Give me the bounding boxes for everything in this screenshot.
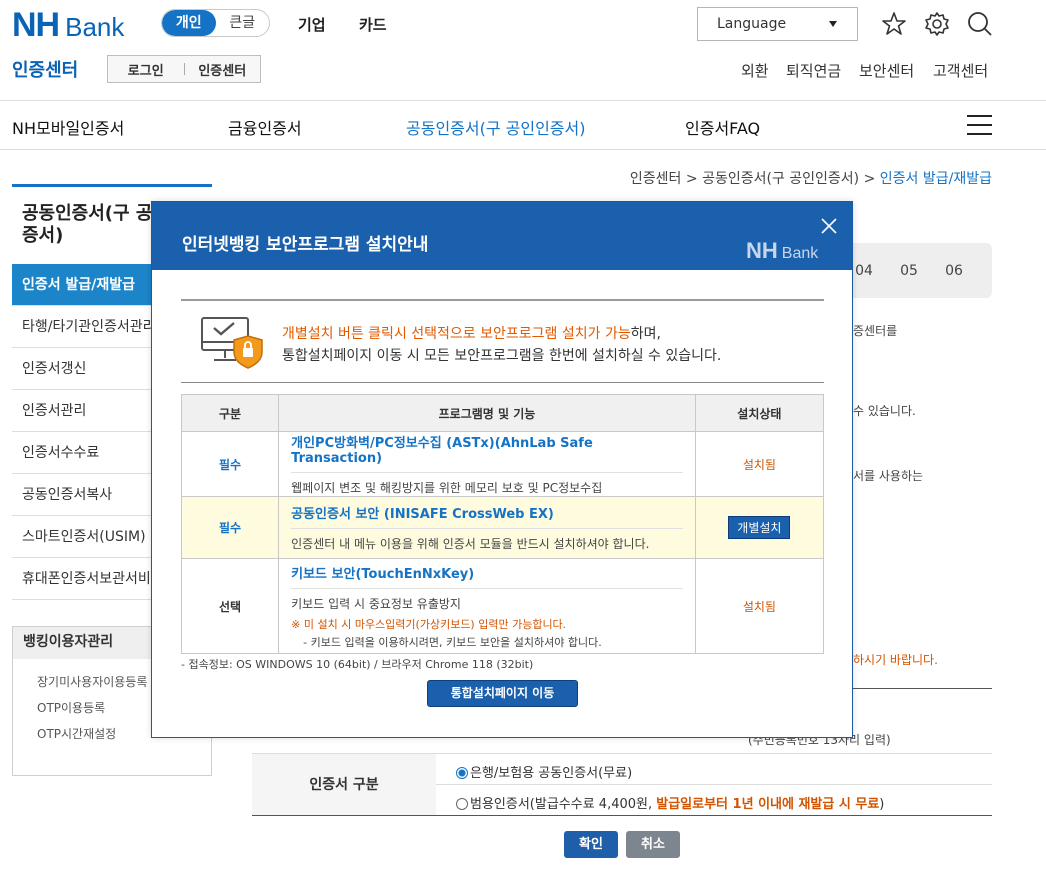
program-desc: 인증센터 내 메뉴 이용을 위해 인증서 모듈을 반드시 설치하셔야 합니다. (291, 537, 650, 551)
table-header-row: 구분 프로그램명 및 기능 설치상태 (180, 394, 825, 432)
go-integrated-install-button[interactable]: 통합설치페이지 이동 (427, 680, 578, 707)
cert-center-link[interactable]: 인증센터 (185, 60, 261, 79)
security-shield-monitor-icon (201, 317, 263, 369)
util-security-link[interactable]: 보안센터 (859, 60, 914, 81)
security-install-modal: 인터넷뱅킹 보안프로그램 설치안내 NH Bank 개별설치 버튼 클릭시 선택… (151, 201, 853, 738)
gnb-joint-cert[interactable]: 공동인증서(구 공인인증서) (406, 115, 586, 139)
guide-text-warning: 하시기 바랍니다. (853, 653, 938, 667)
main-nav: NH모바일인증서 금융인증서 공동인증서(구 공인인증서) 인증서FAQ (0, 100, 1046, 150)
program-desc: 키보드 입력 시 중요정보 유출방지 (291, 596, 461, 611)
radio-label: 은행/보험용 공동인증서(무료) (470, 766, 633, 781)
guide-text: 증센터를 (853, 324, 898, 338)
program-note: ※ 미 설치 시 마우스입력기(가상키보드) 입력만 가능합니다. (291, 617, 567, 631)
program-info: 개인PC방화벽/PC정보수집 (ASTx)(AhnLab Safe Transa… (278, 431, 696, 497)
guide-text: 수 있습니다. (853, 404, 916, 418)
gnb-cert-faq[interactable]: 인증서FAQ (685, 115, 760, 139)
mode-toggle: 개인 큰글 (161, 9, 270, 37)
util-customer-link[interactable]: 고객센터 (933, 60, 988, 81)
mode-personal-button[interactable]: 개인 (162, 10, 216, 36)
column-header: 설치상태 (694, 394, 825, 432)
table-row: 선택 키보드 보안(TouchEnNxKey) 키보드 입력 시 중요정보 유출… (180, 558, 825, 654)
nav-card-link[interactable]: 카드 (359, 14, 387, 35)
radio-bank-cert[interactable]: 은행/보험용 공동인증서(무료) (456, 762, 632, 781)
step-item: 05 (900, 263, 918, 279)
program-note: - 키보드 입력을 이용하시려면, 키보드 보안을 설치하셔야 합니다. (303, 635, 602, 649)
radio-unchecked-icon (456, 798, 468, 810)
program-type: 필수 (180, 431, 280, 497)
divider (181, 382, 824, 383)
breadcrumb-item[interactable]: 공동인증서(구 공인인증서) (702, 171, 859, 187)
top-header: NH Bank 개인 큰글 기업 카드 Language 인증센터 로그인 인증… (0, 0, 1046, 100)
nav-business-link[interactable]: 기업 (298, 14, 326, 35)
step-indicator: 04 05 06 (840, 243, 992, 298)
program-type: 필수 (180, 496, 280, 559)
individual-install-button[interactable]: 개별설치 (728, 516, 791, 539)
gear-icon[interactable] (923, 10, 951, 38)
cert-center-title[interactable]: 인증센터 (12, 56, 78, 82)
program-name: 개인PC방화벽/PC정보수집 (ASTx)(AhnLab Safe Transa… (291, 432, 683, 473)
install-status: 설치됨 (694, 558, 825, 654)
chevron-down-icon (829, 21, 837, 27)
radio-label-highlight: 발급일로부터 1년 이내에 재발급 시 무료 (656, 797, 880, 812)
cancel-button[interactable]: 취소 (626, 831, 680, 858)
login-link[interactable]: 로그인 (108, 60, 184, 79)
program-info: 공동인증서 보안 (INISAFE CrossWeb EX) 인증센터 내 메뉴… (278, 496, 696, 559)
login-box: 로그인 인증센터 (107, 55, 261, 83)
program-name: 공동인증서 보안 (INISAFE CrossWeb EX) (291, 503, 683, 529)
install-status: 개별설치 (694, 496, 825, 559)
modal-message-line1: 개별설치 버튼 클릭시 선택적으로 보안프로그램 설치가 가능하며, (282, 326, 661, 342)
table-row: 필수 개인PC방화벽/PC정보수집 (ASTx)(AhnLab Safe Tra… (180, 431, 825, 497)
radio-general-cert[interactable]: 범용인증서(발급수수료 4,400원, 발급일로부터 1년 이내에 재발급 시 … (456, 793, 884, 812)
modal-header: 인터넷뱅킹 보안프로그램 설치안내 NH Bank (152, 202, 852, 270)
table-row: 필수 공동인증서 보안 (INISAFE CrossWeb EX) 인증센터 내… (180, 496, 825, 559)
breadcrumb-item[interactable]: 인증센터 (630, 171, 682, 187)
column-header: 구분 (180, 394, 280, 432)
guide-text: 서를 사용하는 (853, 469, 924, 483)
modal-nh-logo: NH Bank (746, 238, 819, 263)
nh-bank-logo[interactable]: NH Bank (12, 6, 124, 45)
logo-bank-text: Bank (65, 12, 125, 42)
program-desc: 웹페이지 변조 및 해킹방지를 위한 메모리 보호 및 PC정보수집 (291, 481, 603, 495)
confirm-button[interactable]: 확인 (564, 831, 618, 858)
program-type: 선택 (180, 558, 280, 654)
radio-checked-icon (456, 767, 468, 779)
radio-label: 범용인증서(발급수수료 4,400원, (470, 797, 657, 812)
program-name: 키보드 보안(TouchEnNxKey) (291, 563, 683, 589)
breadcrumb-current: 인증서 발급/재발급 (879, 171, 992, 187)
modal-title: 인터넷뱅킹 보안프로그램 설치안내 (182, 235, 429, 255)
language-label: Language (717, 16, 787, 32)
modal-message-line2: 통합설치페이지 이동 시 모든 보안프로그램을 한번에 설치하실 수 있습니다. (282, 348, 722, 364)
step-item: 06 (945, 263, 963, 279)
logo-nh-text: NH (12, 6, 60, 44)
gnb-finance-cert[interactable]: 금융인증서 (228, 115, 302, 139)
util-pension-link[interactable]: 퇴직연금 (786, 60, 841, 81)
divider (181, 299, 824, 301)
connection-info: - 접속정보: OS WINDOWS 10 (64bit) / 브라우저 Chr… (181, 658, 534, 671)
close-icon[interactable] (820, 217, 838, 235)
install-status: 설치됨 (694, 431, 825, 497)
breadcrumb: 인증센터 > 공동인증서(구 공인인증서) > 인증서 발급/재발급 (629, 171, 992, 187)
star-icon[interactable] (880, 10, 908, 38)
security-program-table: 구분 프로그램명 및 기능 설치상태 필수 개인PC방화벽/PC정보수집 (AS… (180, 394, 825, 654)
util-forex-link[interactable]: 외환 (741, 60, 769, 81)
mode-large-text-button[interactable]: 큰글 (216, 10, 270, 36)
language-select[interactable]: Language (697, 7, 858, 41)
gnb-mobile-cert[interactable]: NH모바일인증서 (12, 115, 124, 139)
search-icon[interactable] (966, 10, 994, 38)
hamburger-menu-icon[interactable] (967, 115, 992, 135)
column-header: 프로그램명 및 기능 (278, 394, 696, 432)
program-info: 키보드 보안(TouchEnNxKey) 키보드 입력 시 중요정보 유출방지 … (278, 558, 696, 654)
